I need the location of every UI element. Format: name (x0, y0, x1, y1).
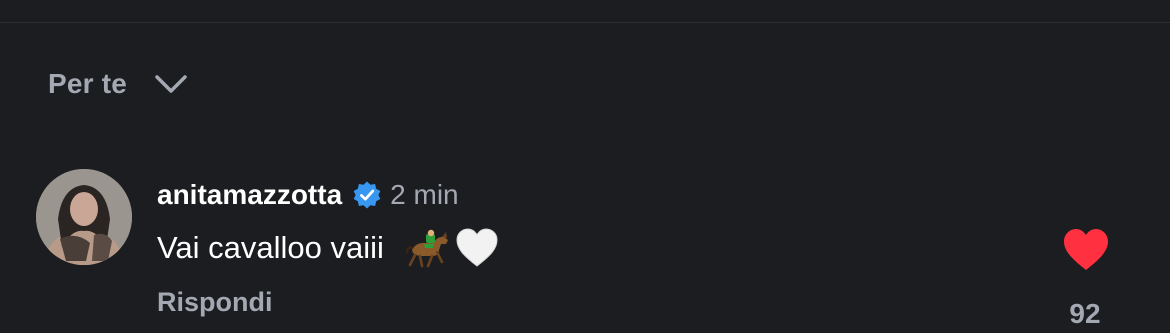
comment-body: Vai cavalloo vaiii (157, 226, 500, 270)
sort-label: Per te (48, 68, 128, 99)
reply-button[interactable]: Rispondi (157, 284, 273, 320)
like-button[interactable] (1061, 226, 1111, 274)
comment-header: anitamazzotta 2 min (157, 176, 459, 214)
comment-text: Vai cavalloo vaiii (157, 230, 384, 265)
avatar-image (36, 169, 132, 265)
avatar[interactable] (36, 169, 132, 265)
white-heart-emoji-icon (456, 228, 498, 267)
verified-badge-icon (353, 181, 381, 209)
username[interactable]: anitamazzotta (157, 179, 342, 211)
like-count: 92 (1069, 298, 1101, 329)
heart-icon (1064, 229, 1108, 270)
horse-racing-emoji-icon (405, 229, 448, 268)
top-divider (0, 22, 1170, 23)
sort-selector[interactable]: Per te (48, 64, 189, 104)
chevron-down-icon (155, 75, 187, 93)
timestamp: 2 min (390, 179, 459, 210)
